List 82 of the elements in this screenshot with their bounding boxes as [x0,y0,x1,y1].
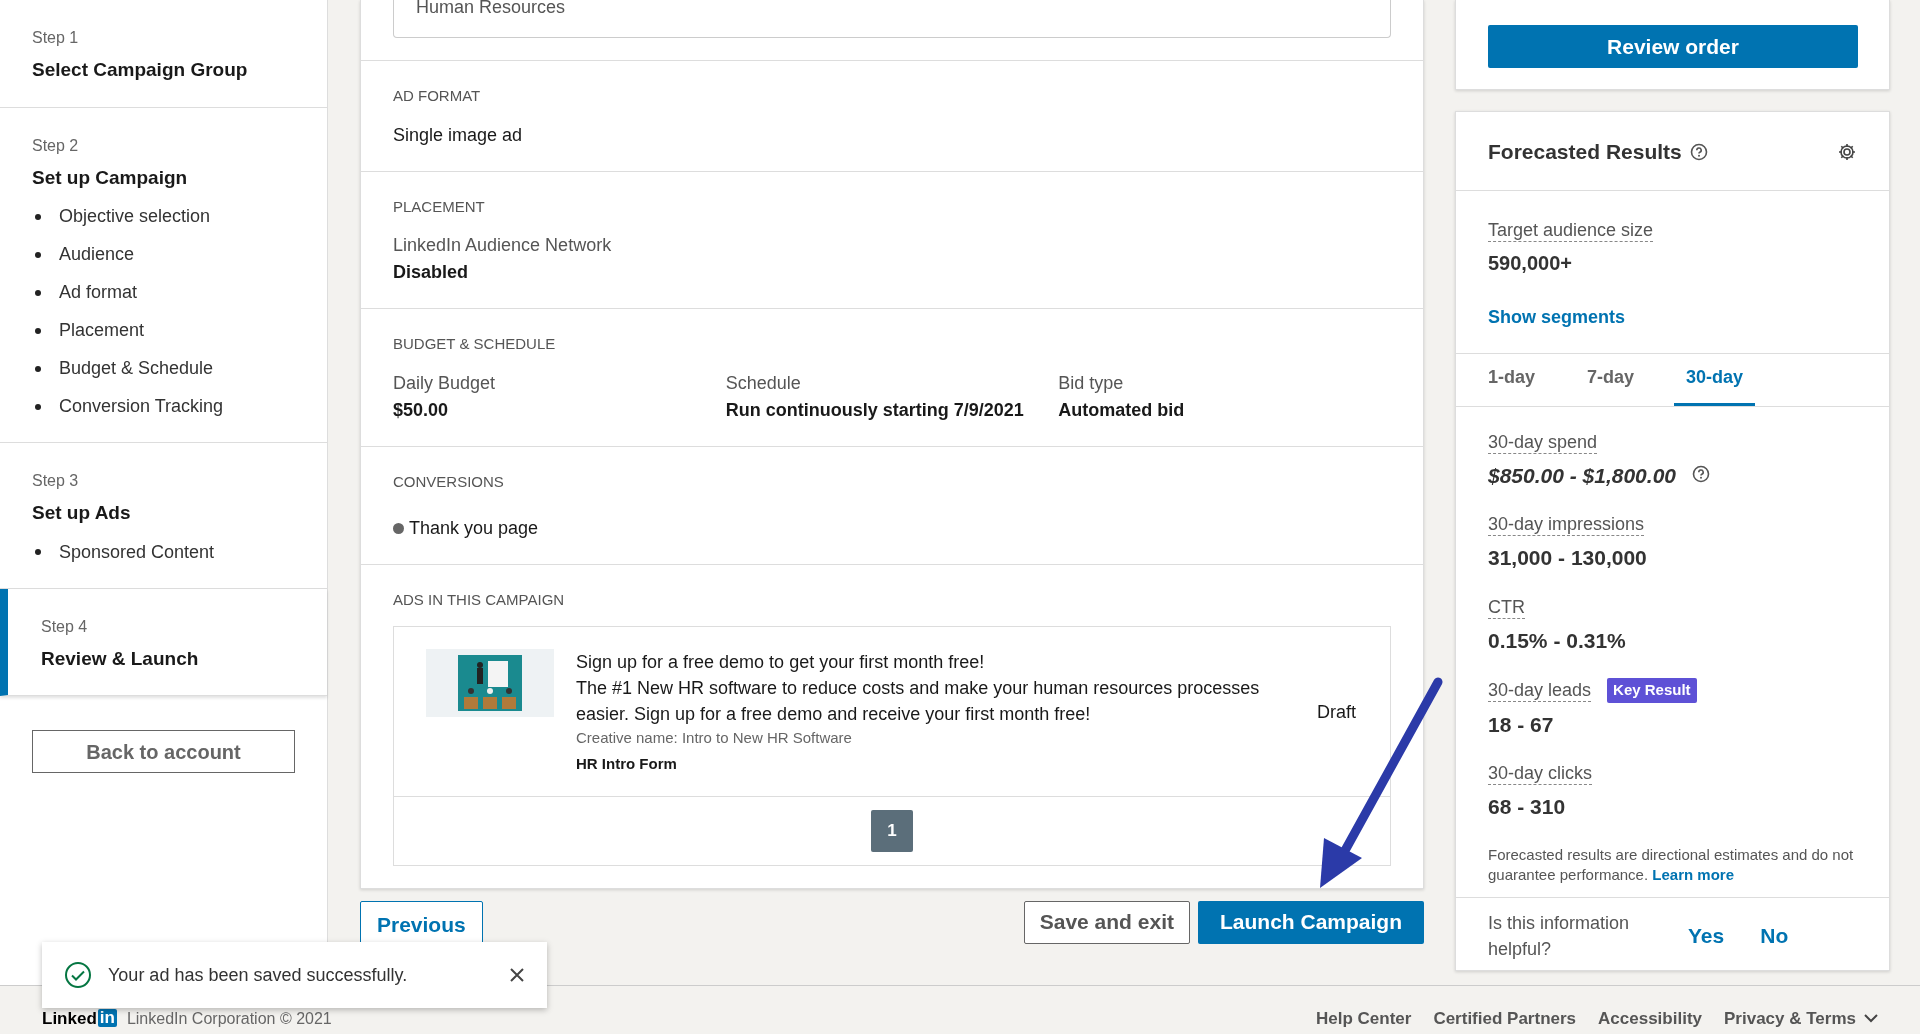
period-tab[interactable]: 1-day [1476,353,1548,406]
form-name: HR Intro Form [576,754,678,774]
section-heading: AD FORMAT [393,86,482,106]
text-field[interactable]: Human Resources [393,0,1391,38]
launch-campaign-button[interactable]: Launch Campaign [1197,900,1424,944]
footer-link[interactable]: Certified Partners [1433,1005,1577,1031]
close-icon[interactable] [509,967,525,983]
success-check-icon [64,961,92,989]
field-label: Daily Budget [393,371,497,395]
help-icon[interactable] [1689,142,1708,161]
page-button[interactable]: 1 [871,809,913,852]
field-value: Automated bid [1058,398,1186,422]
review-order-button[interactable]: Review order [1488,25,1858,68]
step-item: Objective selection [32,203,295,230]
presentation-drawing [458,654,522,711]
field-label: Schedule [725,371,802,395]
metric-label: 30-day spend [1488,430,1598,454]
step-title: Set up Campaign [32,165,189,190]
ad-text: The #1 New HR software to reduce costs and make your human resources processes easier. Sign up for a free demo and receive your first month free! [576,676,1261,726]
metric-value: 68 - 310 [1488,794,1566,820]
step-panel[interactable]: Step 1 Select Campaign Group [0,0,327,108]
metric-label: 30-day clicks [1488,762,1593,785]
step-number: Step 4 [41,616,89,637]
chevron-down-icon [1864,1013,1878,1023]
ad-headline: Sign up for a free demo to get your first month free! [576,650,986,674]
linkedin-logo[interactable]: Linked in [42,1005,117,1031]
section-heading: PLACEMENT [393,196,486,217]
metric-label: 30-day leads [1488,678,1592,702]
step-title: Select Campaign Group [32,58,249,82]
step-item: Placement [32,317,295,344]
field-label: LinkedIn Audience Network [393,234,613,257]
field-value: Run continuously starting 7/9/2021 [725,398,1025,422]
step-number: Step 2 [32,135,80,156]
field-value: Single image ad [393,123,524,147]
no-button[interactable]: No [1754,918,1795,953]
ad-status: Draft [1317,700,1356,724]
show-segments-link[interactable]: Show segments [1488,306,1626,327]
section-heading: BUDGET & SCHEDULE [393,334,557,354]
step-panel[interactable]: Step 2 Set up Campaign Objective selection Audience Ad format Placement Budget & Schedule Conversion Tracking [0,107,327,443]
toast-message: Your ad has been saved successfully. [108,963,408,987]
creative-name: Creative name: Intro to New HR Software [576,727,853,748]
step-title: Review & Launch [41,646,200,671]
disclaimer-text: Forecasted results are directional estimates and do not guarantee performance. Learn more [1488,844,1855,885]
step-item: Sponsored Content [32,538,295,566]
step-item: Audience [32,241,295,268]
period-tab[interactable]: 30-day [1674,353,1756,406]
active-step[interactable]: Step 4 Review & Launch [0,588,327,696]
help-icon[interactable] [1692,465,1710,484]
footer-link[interactable]: Help Center [1315,1005,1412,1031]
yes-button[interactable]: Yes [1682,918,1731,953]
field-value: Disabled [393,261,470,284]
panel-title: Forecasted Results [1488,139,1682,165]
step-number: Step 3 [32,471,80,491]
metric-value: 590,000+ [1488,250,1573,276]
step-number: Step 1 [32,28,80,48]
footer-menu[interactable]: Privacy & Terms [1724,1005,1878,1031]
step-item: Ad format [32,279,295,306]
back-button[interactable]: Back to account [32,730,295,773]
metric-value: 31,000 - 130,000 [1488,545,1647,571]
copyright-text: LinkedIn Corporation © 2021 [126,1009,332,1029]
metric-value: 0.15% - 0.31% [1488,627,1626,654]
step-title: Set up Ads [32,501,132,525]
metric-value: 18 - 67 [1488,711,1554,738]
period-tab[interactable]: 7-day [1575,353,1647,406]
field-value: $50.00 [393,398,450,422]
metric-value: $850.00 - $1,800.00 [1488,462,1676,489]
metric-label: 30-day impressions [1488,513,1645,536]
step-item: Conversion Tracking [32,393,295,420]
settings-icon[interactable] [1837,141,1857,162]
conversion-item: Thank you page [393,507,1391,542]
step-panel[interactable]: Step 3 Set up Ads Sponsored Content [0,443,327,589]
metric-label: Target audience size [1488,218,1654,242]
key-result-badge: Key Result [1607,678,1697,703]
learn-more-link[interactable]: Learn more [1652,865,1734,883]
metric-label: CTR [1488,595,1525,619]
section-heading: CONVERSIONS [393,471,505,492]
feedback-question: Is this information helpful? [1488,911,1631,961]
section-heading: ADS IN THIS CAMPAIGN [393,590,566,610]
field-label: Bid type [1058,371,1125,395]
footer-link[interactable]: Accessibility [1598,1005,1702,1031]
step-item: Budget & Schedule [32,355,295,382]
save-exit-button[interactable]: Save and exit [1023,900,1190,944]
